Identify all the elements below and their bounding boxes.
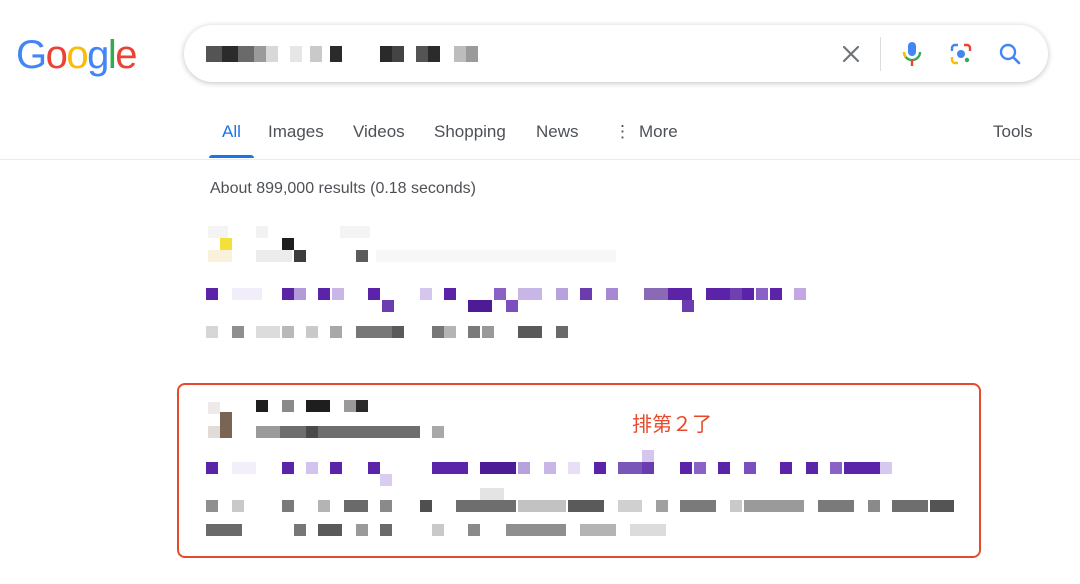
annotation-highlight-box [177,383,981,558]
result-1-favicon [208,226,228,238]
result-1-site-name[interactable] [256,226,268,238]
result-1-title-link[interactable] [206,288,218,300]
annotation-label: 排第２了 [632,412,712,436]
result-1-snippet [206,326,218,338]
